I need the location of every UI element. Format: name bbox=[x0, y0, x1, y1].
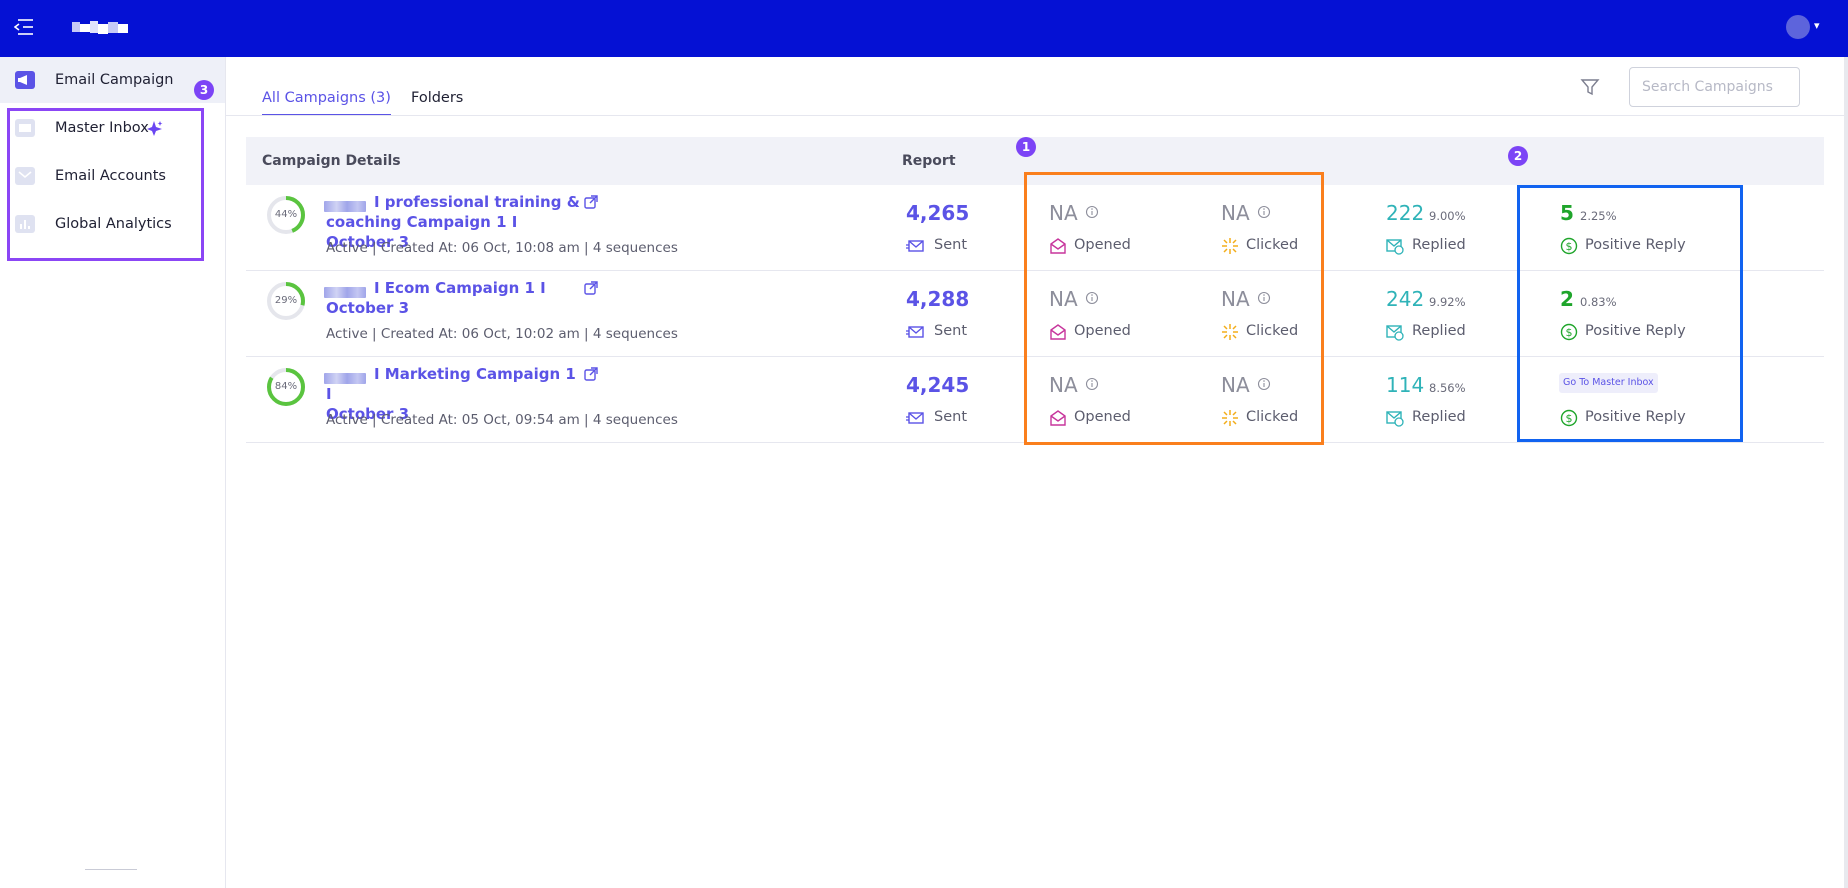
campaign-name-link[interactable]: I Ecom Campaign 1 I October 3 bbox=[326, 278, 581, 318]
campaign-name-line2[interactable]: October 3 bbox=[326, 299, 409, 317]
campaign-meta: Active | Created At: 05 Oct, 09:54 am | … bbox=[326, 412, 678, 428]
header-campaign-details: Campaign Details bbox=[262, 153, 401, 169]
sent-icon bbox=[906, 326, 924, 338]
avatar[interactable] bbox=[1786, 15, 1810, 39]
callout-badge-2: 2 bbox=[1508, 146, 1528, 166]
replied-label: Replied bbox=[1412, 409, 1466, 425]
sent-label: Sent bbox=[934, 237, 968, 253]
filter-icon[interactable] bbox=[1580, 77, 1600, 97]
campaign-meta: Active | Created At: 06 Oct, 10:08 am | … bbox=[326, 240, 678, 256]
callout-badge-1: 1 bbox=[1016, 137, 1036, 157]
callout-box-sidebar bbox=[7, 108, 204, 261]
sent-count: 4,288 bbox=[906, 287, 970, 311]
top-navigation-bar: ▾ bbox=[0, 0, 1848, 57]
callout-box-positive-reply bbox=[1517, 185, 1743, 442]
external-link-icon[interactable] bbox=[584, 195, 598, 209]
sent-icon bbox=[906, 240, 924, 252]
sent-count: 4,265 bbox=[906, 201, 970, 225]
replied-count: 114 bbox=[1386, 373, 1425, 397]
sidebar-item-email-campaign[interactable]: Email Campaign bbox=[0, 57, 225, 103]
tabs-divider bbox=[226, 115, 1844, 116]
logo-icon[interactable] bbox=[72, 18, 128, 36]
sent-label: Sent bbox=[934, 409, 968, 425]
sent-label: Sent bbox=[934, 323, 968, 339]
replied-label: Replied bbox=[1412, 323, 1466, 339]
campaign-name-line1[interactable]: I Ecom Campaign 1 I bbox=[374, 279, 546, 297]
replied-label: Replied bbox=[1412, 237, 1466, 253]
search-input[interactable] bbox=[1629, 67, 1800, 107]
replied-count: 242 bbox=[1386, 287, 1425, 311]
chevron-down-icon[interactable]: ▾ bbox=[1814, 19, 1820, 32]
external-link-icon[interactable] bbox=[584, 367, 598, 381]
progress-label: 44% bbox=[274, 209, 298, 220]
reply-mail-icon bbox=[1386, 239, 1404, 255]
reply-mail-icon bbox=[1386, 325, 1404, 341]
callout-badge-3: 3 bbox=[194, 80, 214, 100]
tab-folders[interactable]: Folders bbox=[411, 90, 463, 106]
sidebar-item-label: Email Campaign bbox=[55, 72, 174, 88]
replied-count: 222 bbox=[1386, 201, 1425, 225]
replied-percent: 9.92% bbox=[1429, 295, 1466, 309]
megaphone-icon bbox=[15, 71, 35, 89]
reply-mail-icon bbox=[1386, 411, 1404, 427]
tab-all-campaigns[interactable]: All Campaigns (3) bbox=[262, 90, 391, 116]
sent-count: 4,245 bbox=[906, 373, 970, 397]
sent-icon bbox=[906, 412, 924, 424]
header-report: Report bbox=[902, 153, 956, 169]
user-menu[interactable]: ▾ bbox=[1786, 15, 1830, 39]
external-link-icon[interactable] bbox=[584, 281, 598, 295]
campaign-name-line1[interactable]: I professional training & bbox=[374, 193, 580, 211]
replied-percent: 9.00% bbox=[1429, 209, 1466, 223]
scrollbar[interactable] bbox=[1844, 57, 1848, 888]
callout-box-open-click bbox=[1024, 172, 1324, 445]
progress-label: 29% bbox=[274, 295, 298, 306]
replied-percent: 8.56% bbox=[1429, 381, 1466, 395]
campaign-name-line1[interactable]: I Marketing Campaign 1 I bbox=[326, 365, 576, 403]
menu-collapse-icon[interactable] bbox=[14, 18, 34, 36]
campaign-meta: Active | Created At: 06 Oct, 10:02 am | … bbox=[326, 326, 678, 342]
sidebar-divider bbox=[85, 869, 137, 870]
progress-label: 84% bbox=[274, 381, 298, 392]
